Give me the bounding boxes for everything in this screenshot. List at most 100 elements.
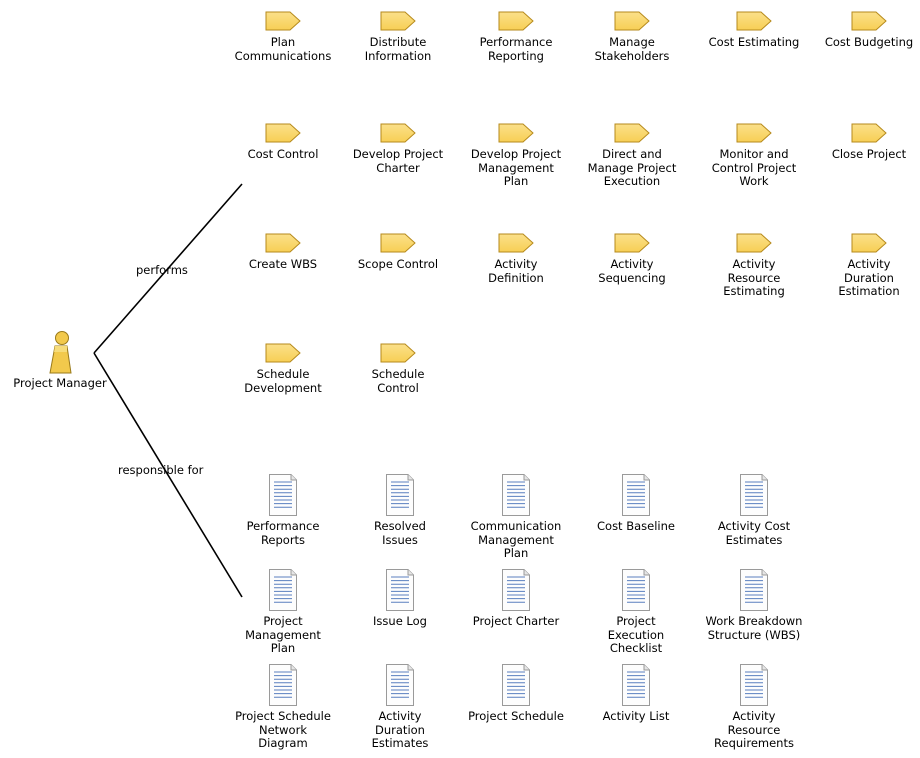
document-node[interactable]: Work Breakdown Structure (WBS) [694, 568, 814, 642]
task-node[interactable]: Activity Sequencing [572, 233, 692, 285]
task-label: Plan Communications [234, 35, 332, 63]
task-icon [380, 123, 416, 143]
task-node[interactable]: Cost Estimating [694, 11, 814, 50]
document-node[interactable]: Cost Baseline [576, 473, 696, 534]
document-label: Resolved Issues [374, 519, 426, 547]
document-icon [386, 569, 414, 611]
actor-label: Project Manager [13, 376, 107, 390]
document-label: Project Charter [472, 614, 560, 628]
document-label: Performance Reports [246, 519, 320, 547]
task-icon [851, 233, 887, 253]
task-icon [851, 11, 887, 31]
task-label: Scope Control [357, 257, 439, 271]
document-node[interactable]: Issue Log [340, 568, 460, 629]
task-icon [265, 233, 301, 253]
document-icon [386, 664, 414, 706]
task-node[interactable]: Develop Project Charter [338, 123, 458, 175]
task-icon [498, 233, 534, 253]
task-icon [851, 123, 887, 143]
task-node[interactable]: Cost Budgeting [809, 11, 920, 50]
task-label: Create WBS [248, 257, 318, 271]
task-icon [380, 343, 416, 363]
task-label: Activity Definition [488, 257, 544, 285]
task-icon [265, 343, 301, 363]
document-icon [740, 569, 768, 611]
task-label: Develop Project Management Plan [470, 147, 562, 188]
task-label: Direct and Manage Project Execution [587, 147, 677, 188]
task-node[interactable]: Close Project [809, 123, 920, 162]
task-node[interactable]: Develop Project Management Plan [456, 123, 576, 189]
document-label: Project Execution Checklist [607, 614, 665, 655]
actor-project-manager[interactable]: Project Manager [0, 330, 120, 391]
task-label: Schedule Development [244, 367, 322, 395]
document-icon [269, 474, 297, 516]
task-label: Activity Duration Estimation [838, 257, 900, 298]
task-node[interactable]: Distribute Information [338, 11, 458, 63]
document-label: Activity List [602, 709, 670, 723]
diagram-canvas: Project Manager performs responsible for… [0, 0, 920, 758]
document-node[interactable]: Activity Resource Requirements [694, 663, 814, 751]
task-icon [614, 123, 650, 143]
task-label: Activity Sequencing [598, 257, 666, 285]
task-node[interactable]: Activity Resource Estimating [694, 233, 814, 299]
relation-lines [93, 183, 243, 598]
document-icon [502, 569, 530, 611]
person-icon [49, 331, 72, 374]
task-label: Manage Stakeholders [594, 35, 670, 63]
task-icon [498, 11, 534, 31]
document-icon [269, 664, 297, 706]
task-label: Performance Reporting [479, 35, 553, 63]
task-icon [265, 11, 301, 31]
task-icon [498, 123, 534, 143]
task-label: Cost Control [247, 147, 319, 161]
task-node[interactable]: Plan Communications [223, 11, 343, 63]
task-label: Schedule Control [371, 367, 425, 395]
task-node[interactable]: Performance Reporting [456, 11, 576, 63]
task-node[interactable]: Create WBS [223, 233, 343, 272]
task-node[interactable]: Monitor and Control Project Work [694, 123, 814, 189]
task-node[interactable]: Cost Control [223, 123, 343, 162]
task-node[interactable]: Direct and Manage Project Execution [572, 123, 692, 189]
document-node[interactable]: Activity List [576, 663, 696, 724]
document-node[interactable]: Performance Reports [223, 473, 343, 547]
task-node[interactable]: Schedule Control [338, 343, 458, 395]
task-node[interactable]: Scope Control [338, 233, 458, 272]
task-label: Develop Project Charter [352, 147, 444, 175]
edge-label-responsible-for: responsible for [118, 463, 204, 477]
edge-label-performs: performs [136, 263, 188, 277]
task-node[interactable]: Manage Stakeholders [572, 11, 692, 63]
task-label: Monitor and Control Project Work [711, 147, 797, 188]
document-label: Cost Baseline [597, 519, 675, 533]
document-icon [622, 664, 650, 706]
task-icon [614, 11, 650, 31]
document-node[interactable]: Project Management Plan [223, 568, 343, 656]
document-icon [269, 569, 297, 611]
document-label: Communication Management Plan [470, 519, 562, 560]
task-icon [380, 11, 416, 31]
document-icon [386, 474, 414, 516]
task-node[interactable]: Activity Definition [456, 233, 576, 285]
document-label: Activity Cost Estimates [717, 519, 791, 547]
document-icon [622, 474, 650, 516]
document-node[interactable]: Activity Cost Estimates [694, 473, 814, 547]
document-node[interactable]: Project Charter [456, 568, 576, 629]
task-label: Activity Resource Estimating [723, 257, 785, 298]
document-label: Project Management Plan [245, 614, 321, 655]
task-node[interactable]: Schedule Development [223, 343, 343, 395]
task-node[interactable]: Activity Duration Estimation [809, 233, 920, 299]
document-icon [740, 664, 768, 706]
document-label: Project Schedule [468, 709, 564, 723]
document-node[interactable]: Project Schedule Network Diagram [223, 663, 343, 751]
task-label: Cost Estimating [708, 35, 800, 49]
task-label: Cost Budgeting [824, 35, 914, 49]
task-icon [736, 11, 772, 31]
document-node[interactable]: Project Schedule [456, 663, 576, 724]
document-label: Activity Resource Requirements [714, 709, 794, 750]
document-icon [502, 664, 530, 706]
task-label: Close Project [831, 147, 907, 161]
document-node[interactable]: Activity Duration Estimates [340, 663, 460, 751]
document-node[interactable]: Communication Management Plan [456, 473, 576, 561]
document-node[interactable]: Resolved Issues [340, 473, 460, 547]
task-icon [380, 233, 416, 253]
document-node[interactable]: Project Execution Checklist [576, 568, 696, 656]
